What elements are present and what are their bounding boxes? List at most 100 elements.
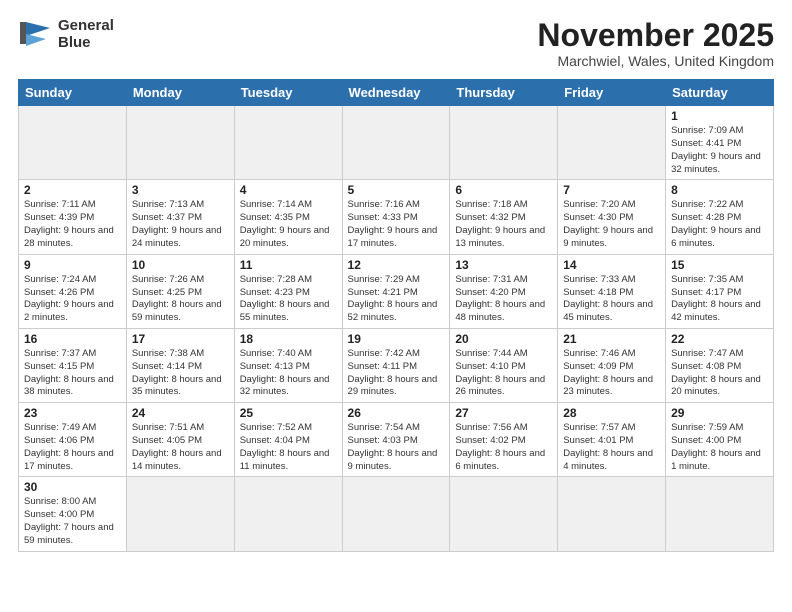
day-cell: 3 Sunrise: 7:13 AM Sunset: 4:37 PM Daylig…: [126, 180, 234, 254]
logo-line2: Blue: [58, 34, 91, 51]
day-number: 4: [240, 183, 337, 197]
calendar-table: Sunday Monday Tuesday Wednesday Thursday…: [18, 79, 774, 552]
week-row-4: 16Sunrise: 7:37 AM Sunset: 4:15 PM Dayli…: [19, 328, 774, 402]
day-cell: 15 Sunrise: 7:35 AM Sunset: 4:17 PM Dayli…: [666, 254, 774, 328]
day-info: Sunrise: 7:33 AM Sunset: 4:18 PM Dayligh…: [563, 274, 660, 325]
day-number: 25: [240, 406, 337, 420]
week-row-3: 9 Sunrise: 7:24 AM Sunset: 4:26 PM Daylig…: [19, 254, 774, 328]
day-cell: 28 Sunrise: 7:57 AM Sunset: 4:01 PM Dayli…: [558, 403, 666, 477]
day-cell: 6 Sunrise: 7:18 AM Sunset: 4:32 PM Daylig…: [450, 180, 558, 254]
logo: General Blue: [18, 18, 114, 51]
day-cell: 10 Sunrise: 7:26 AM Sunset: 4:25 PM Dayli…: [126, 254, 234, 328]
day-number: 27: [455, 406, 552, 420]
day-number: 19: [348, 332, 445, 346]
day-cell: 27 Sunrise: 7:56 AM Sunset: 4:02 PM Dayli…: [450, 403, 558, 477]
day-number: 15: [671, 258, 768, 272]
day-cell: 17 Sunrise: 7:38 AM Sunset: 4:14 PM Dayli…: [126, 328, 234, 402]
day-info: Sunrise: 7:24 AM Sunset: 4:26 PM Dayligh…: [24, 274, 121, 325]
col-monday: Monday: [126, 80, 234, 106]
day-number: 14: [563, 258, 660, 272]
day-cell: 21 Sunrise: 7:46 AM Sunset: 4:09 PM Dayli…: [558, 328, 666, 402]
day-number: 24: [132, 406, 229, 420]
general-blue-icon: [18, 20, 54, 50]
day-cell: [666, 477, 774, 551]
day-cell: 4 Sunrise: 7:14 AM Sunset: 4:35 PM Daylig…: [234, 180, 342, 254]
day-cell: 7Sunrise: 7:20 AM Sunset: 4:30 PM Daylig…: [558, 180, 666, 254]
day-cell: 29 Sunrise: 7:59 AM Sunset: 4:00 PM Dayli…: [666, 403, 774, 477]
day-number: 12: [348, 258, 445, 272]
day-cell: 9 Sunrise: 7:24 AM Sunset: 4:26 PM Daylig…: [19, 254, 127, 328]
col-sunday: Sunday: [19, 80, 127, 106]
header: General Blue November 2025 Marchwiel, Wa…: [18, 18, 774, 69]
logo-text: General Blue: [58, 18, 114, 51]
day-cell: 16Sunrise: 7:37 AM Sunset: 4:15 PM Dayli…: [19, 328, 127, 402]
day-cell: [234, 477, 342, 551]
day-number: 3: [132, 183, 229, 197]
day-info: Sunrise: 7:54 AM Sunset: 4:03 PM Dayligh…: [348, 422, 445, 473]
day-info: Sunrise: 7:35 AM Sunset: 4:17 PM Dayligh…: [671, 274, 768, 325]
day-cell: [558, 106, 666, 180]
day-number: 16: [24, 332, 121, 346]
day-info: Sunrise: 7:09 AM Sunset: 4:41 PM Dayligh…: [671, 125, 768, 176]
day-info: Sunrise: 7:40 AM Sunset: 4:13 PM Dayligh…: [240, 348, 337, 399]
col-thursday: Thursday: [450, 80, 558, 106]
day-info: Sunrise: 7:29 AM Sunset: 4:21 PM Dayligh…: [348, 274, 445, 325]
day-number: 9: [24, 258, 121, 272]
day-info: Sunrise: 7:47 AM Sunset: 4:08 PM Dayligh…: [671, 348, 768, 399]
day-cell: 30Sunrise: 8:00 AM Sunset: 4:00 PM Dayli…: [19, 477, 127, 551]
day-cell: 1Sunrise: 7:09 AM Sunset: 4:41 PM Daylig…: [666, 106, 774, 180]
day-info: Sunrise: 7:26 AM Sunset: 4:25 PM Dayligh…: [132, 274, 229, 325]
day-info: Sunrise: 7:49 AM Sunset: 4:06 PM Dayligh…: [24, 422, 121, 473]
day-cell: 13Sunrise: 7:31 AM Sunset: 4:20 PM Dayli…: [450, 254, 558, 328]
day-number: 28: [563, 406, 660, 420]
day-cell: [450, 477, 558, 551]
day-cell: 5 Sunrise: 7:16 AM Sunset: 4:33 PM Daylig…: [342, 180, 450, 254]
day-number: 29: [671, 406, 768, 420]
week-row-2: 2Sunrise: 7:11 AM Sunset: 4:39 PM Daylig…: [19, 180, 774, 254]
day-info: Sunrise: 7:57 AM Sunset: 4:01 PM Dayligh…: [563, 422, 660, 473]
day-number: 8: [671, 183, 768, 197]
day-cell: 26 Sunrise: 7:54 AM Sunset: 4:03 PM Dayli…: [342, 403, 450, 477]
day-info: Sunrise: 7:18 AM Sunset: 4:32 PM Dayligh…: [455, 199, 552, 250]
col-tuesday: Tuesday: [234, 80, 342, 106]
day-info: Sunrise: 7:14 AM Sunset: 4:35 PM Dayligh…: [240, 199, 337, 250]
day-cell: 2Sunrise: 7:11 AM Sunset: 4:39 PM Daylig…: [19, 180, 127, 254]
day-number: 30: [24, 480, 121, 494]
day-info: Sunrise: 7:44 AM Sunset: 4:10 PM Dayligh…: [455, 348, 552, 399]
col-saturday: Saturday: [666, 80, 774, 106]
title-block: November 2025 Marchwiel, Wales, United K…: [537, 18, 774, 69]
day-info: Sunrise: 7:42 AM Sunset: 4:11 PM Dayligh…: [348, 348, 445, 399]
day-info: Sunrise: 7:11 AM Sunset: 4:39 PM Dayligh…: [24, 199, 121, 250]
day-cell: [234, 106, 342, 180]
day-info: Sunrise: 7:28 AM Sunset: 4:23 PM Dayligh…: [240, 274, 337, 325]
day-cell: 24Sunrise: 7:51 AM Sunset: 4:05 PM Dayli…: [126, 403, 234, 477]
day-cell: 12 Sunrise: 7:29 AM Sunset: 4:21 PM Dayli…: [342, 254, 450, 328]
day-cell: [19, 106, 127, 180]
col-wednesday: Wednesday: [342, 80, 450, 106]
day-info: Sunrise: 7:31 AM Sunset: 4:20 PM Dayligh…: [455, 274, 552, 325]
day-cell: [126, 477, 234, 551]
header-row: Sunday Monday Tuesday Wednesday Thursday…: [19, 80, 774, 106]
day-cell: [558, 477, 666, 551]
day-number: 18: [240, 332, 337, 346]
day-number: 11: [240, 258, 337, 272]
day-number: 6: [455, 183, 552, 197]
day-number: 26: [348, 406, 445, 420]
day-number: 17: [132, 332, 229, 346]
day-number: 21: [563, 332, 660, 346]
day-info: Sunrise: 7:59 AM Sunset: 4:00 PM Dayligh…: [671, 422, 768, 473]
day-cell: [126, 106, 234, 180]
day-info: Sunrise: 7:16 AM Sunset: 4:33 PM Dayligh…: [348, 199, 445, 250]
day-info: Sunrise: 7:13 AM Sunset: 4:37 PM Dayligh…: [132, 199, 229, 250]
day-info: Sunrise: 7:38 AM Sunset: 4:14 PM Dayligh…: [132, 348, 229, 399]
location-subtitle: Marchwiel, Wales, United Kingdom: [537, 53, 774, 69]
day-number: 7: [563, 183, 660, 197]
col-friday: Friday: [558, 80, 666, 106]
day-number: 10: [132, 258, 229, 272]
day-info: Sunrise: 7:56 AM Sunset: 4:02 PM Dayligh…: [455, 422, 552, 473]
day-cell: [342, 477, 450, 551]
day-info: Sunrise: 7:52 AM Sunset: 4:04 PM Dayligh…: [240, 422, 337, 473]
day-info: Sunrise: 7:46 AM Sunset: 4:09 PM Dayligh…: [563, 348, 660, 399]
day-number: 5: [348, 183, 445, 197]
week-row-5: 23Sunrise: 7:49 AM Sunset: 4:06 PM Dayli…: [19, 403, 774, 477]
